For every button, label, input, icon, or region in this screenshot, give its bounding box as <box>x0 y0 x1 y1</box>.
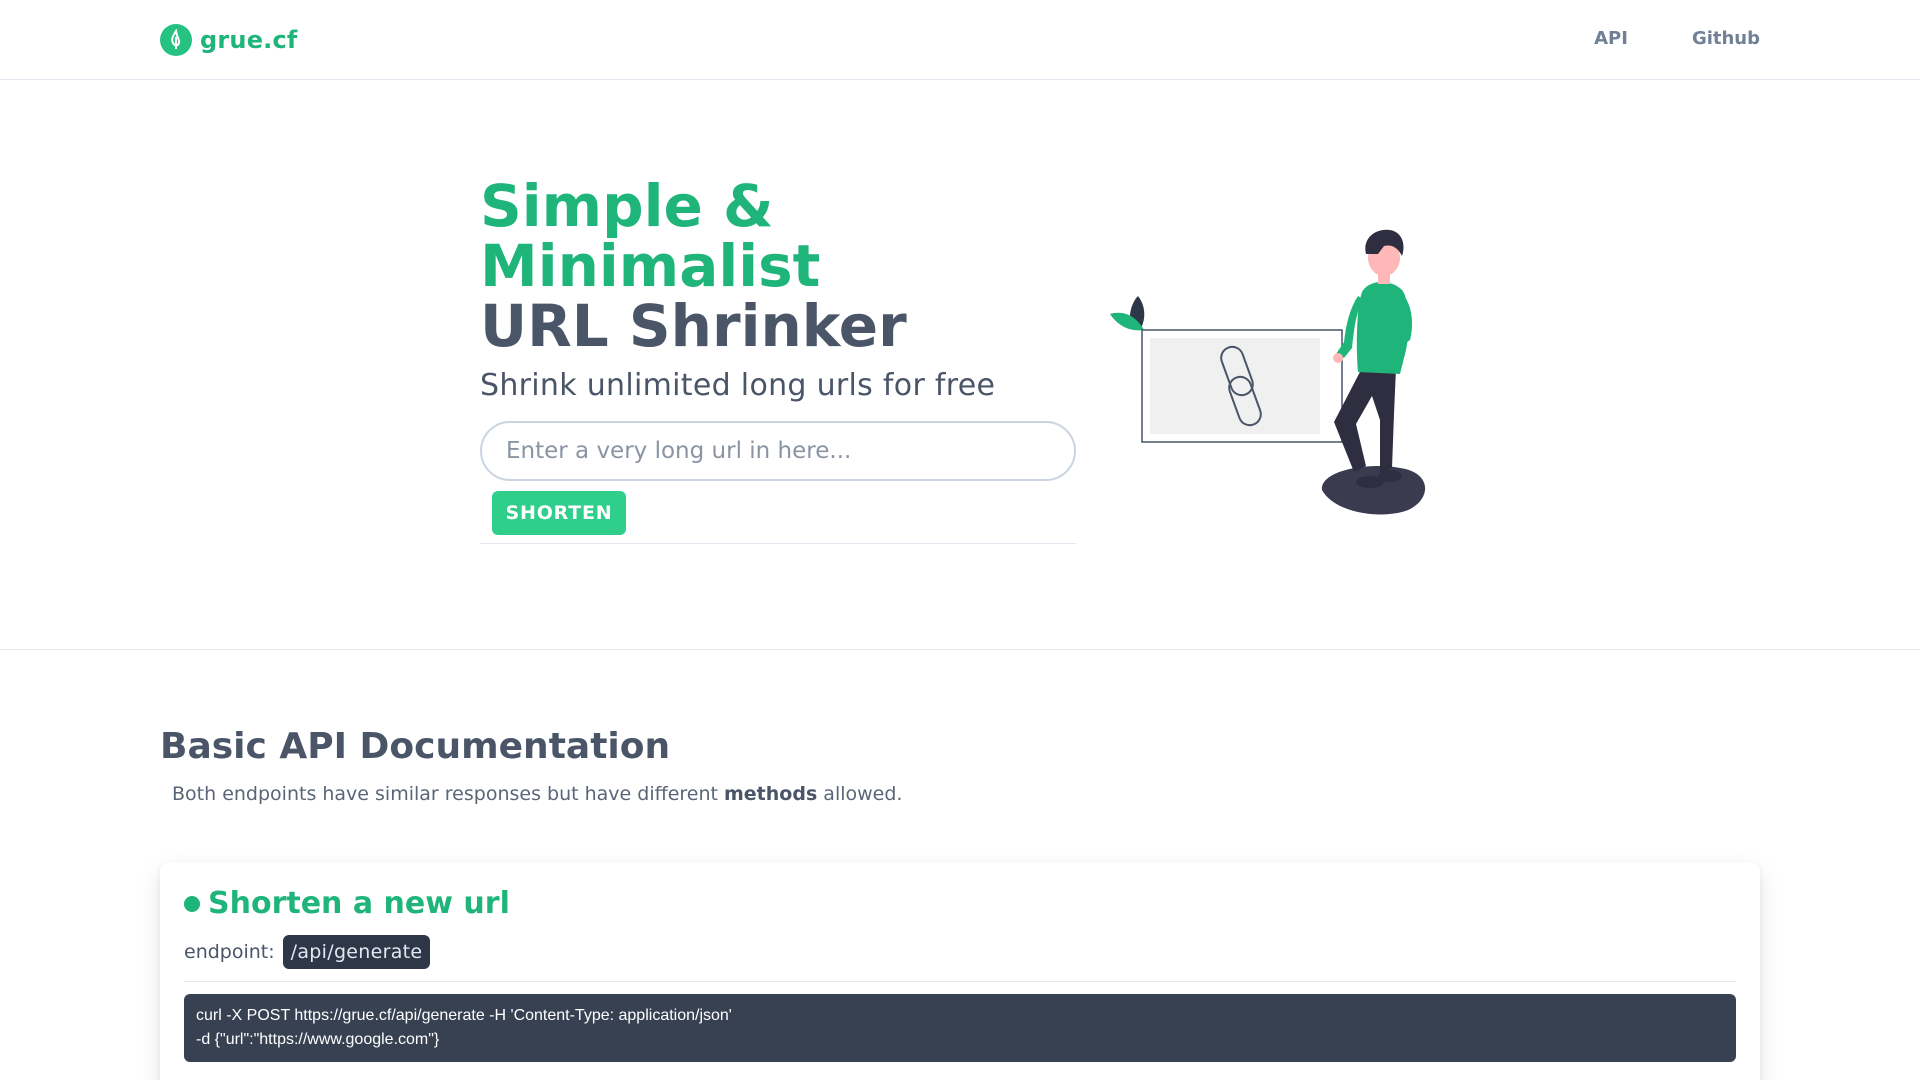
endpoint-card: Shorten a new url endpoint: /api/generat… <box>160 862 1760 1080</box>
docs-desc-after: allowed. <box>817 783 903 805</box>
hero-subtitle: Shrink unlimited long urls for free <box>480 368 996 403</box>
main-nav: API Github <box>1594 28 1760 49</box>
hero-title-line3: URL Shrinker <box>480 292 907 360</box>
endpoint-label: endpoint: <box>184 941 275 963</box>
docs-desc-before: Both endpoints have similar responses bu… <box>172 783 724 805</box>
top-navbar: grue.cf API Github <box>0 0 1920 80</box>
code-line-1: curl -X POST https://grue.cf/api/generat… <box>196 1007 732 1024</box>
api-docs-section: Basic API Documentation Both endpoints h… <box>160 726 1760 805</box>
docs-description: Both endpoints have similar responses bu… <box>172 783 1760 805</box>
brand-name: grue.cf <box>200 26 298 54</box>
card-title: Shorten a new url <box>184 886 1736 921</box>
nav-link-api[interactable]: API <box>1594 28 1628 49</box>
url-input[interactable] <box>480 421 1076 481</box>
hero-illustration <box>1100 200 1460 520</box>
code-block: curl -X POST https://grue.cf/api/generat… <box>184 994 1736 1062</box>
endpoint-row: endpoint: /api/generate <box>184 935 1736 969</box>
card-divider <box>184 981 1736 982</box>
hero-title-line2: Minimalist <box>480 232 821 300</box>
hero-title-line1: Simple & <box>480 172 774 240</box>
endpoint-path: /api/generate <box>282 935 431 969</box>
hero-title: Simple & Minimalist URL Shrinker <box>480 176 1080 356</box>
docs-title: Basic API Documentation <box>160 726 671 767</box>
nav-link-github[interactable]: Github <box>1692 28 1760 49</box>
hero-section: Simple & Minimalist URL Shrinker Shrink … <box>0 80 1920 650</box>
card-title-text: Shorten a new url <box>208 886 510 921</box>
logo-icon <box>160 24 192 56</box>
code-line-2: -d {"url":"https://www.google.com"} <box>196 1031 440 1048</box>
brand-link[interactable]: grue.cf <box>160 24 298 56</box>
hero-divider <box>480 543 1076 544</box>
docs-desc-bold: methods <box>724 783 818 805</box>
shorten-button[interactable]: SHORTEN <box>492 491 626 535</box>
hero-text: Simple & Minimalist URL Shrinker Shrink … <box>480 176 1080 544</box>
bullet-dot-icon <box>184 895 200 912</box>
